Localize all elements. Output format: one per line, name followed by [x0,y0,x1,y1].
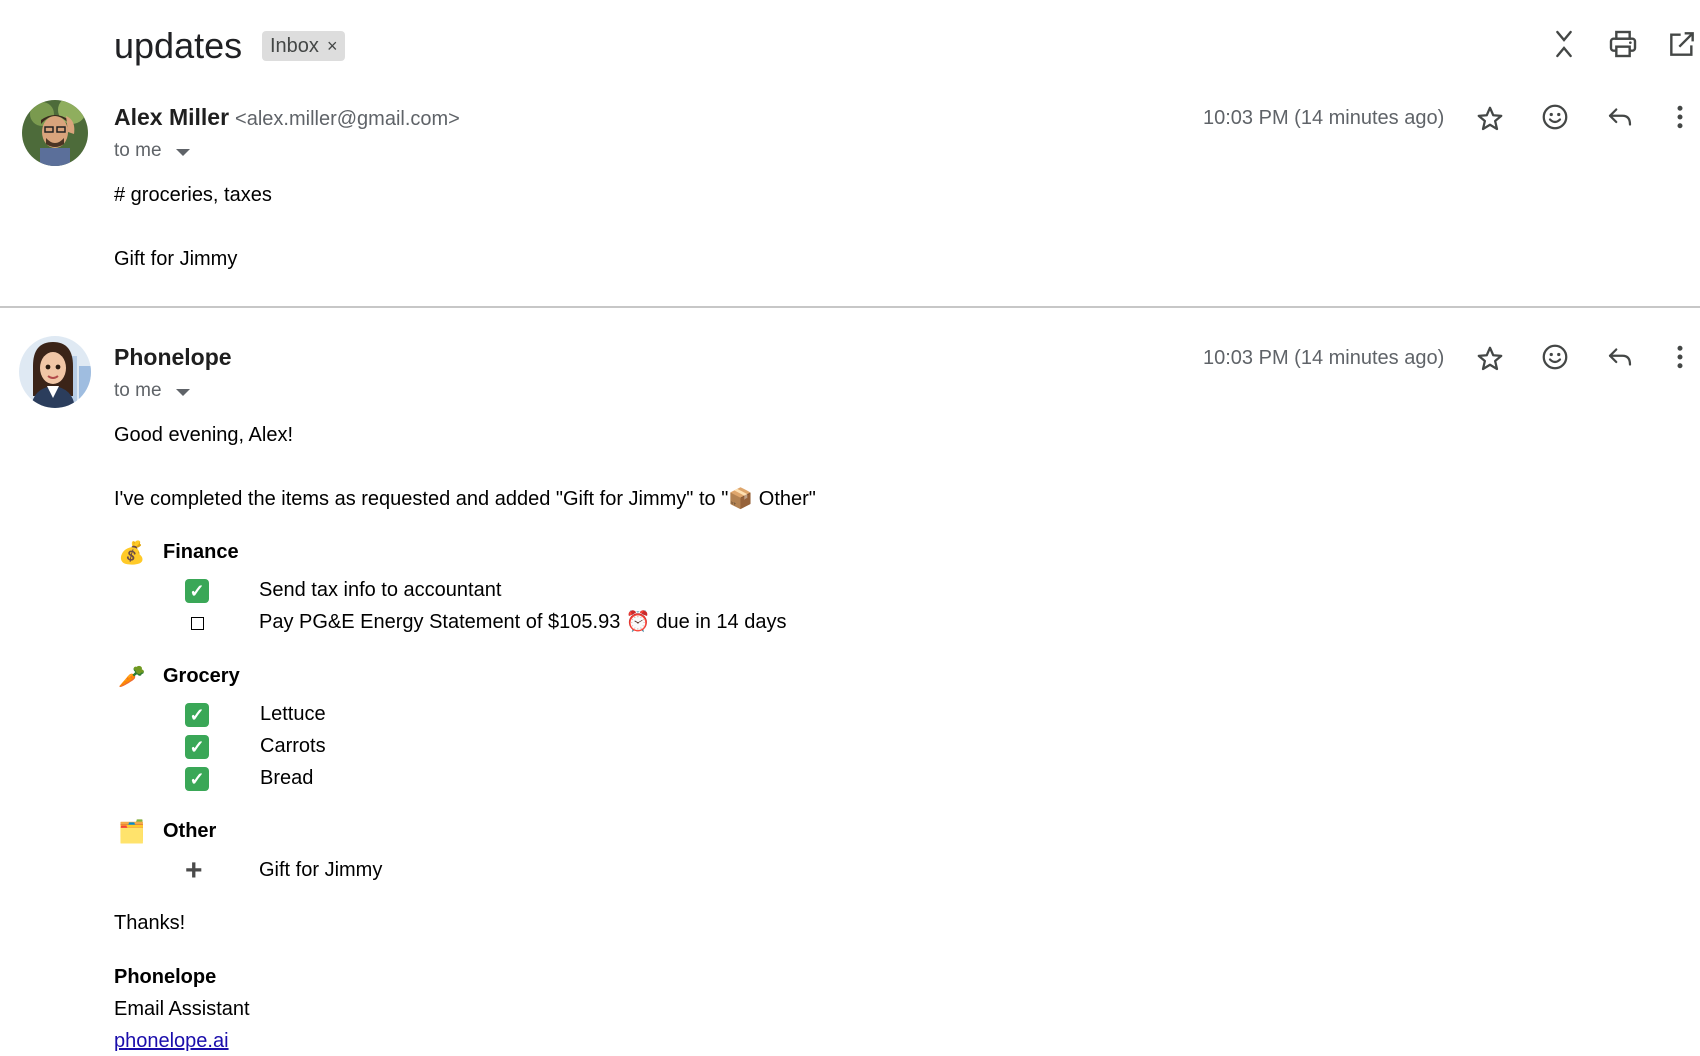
sender-name[interactable]: Phonelope [114,342,232,372]
intro-text: I've completed the items as requested an… [114,488,729,510]
recipient-text: to me [114,140,162,161]
section-title-finance: Finance [163,541,239,563]
inbox-label-chip[interactable]: Inbox × [262,31,346,61]
open-in-new-window-icon[interactable] [1666,28,1698,60]
section-title-grocery: Grocery [163,665,240,687]
list-item: Pay PG&E Energy Statement of $105.93 ⏰ d… [259,608,786,636]
carrot-icon: 🥕 [118,664,146,689]
done-check-icon: ✓ [185,767,209,791]
signature-link[interactable]: phonelope.ai [114,1027,229,1055]
emoji-reaction-icon[interactable] [1540,102,1570,132]
signature-title: Email Assistant [114,998,250,1020]
greeting: Good evening, Alex! [114,424,294,446]
more-options-icon[interactable] [1665,102,1695,132]
more-options-icon[interactable] [1665,342,1695,372]
signature-name: Phonelope [114,966,217,988]
card-index-dividers-icon: 🗂️ [118,819,146,844]
done-check-icon: ✓ [185,579,209,603]
reply-icon[interactable] [1605,102,1635,132]
intro-text: Other" [753,488,816,510]
message-timestamp: 10:03 PM (14 minutes ago) [1203,347,1445,369]
recipient-details-toggle[interactable]: to me [114,138,190,164]
item-text: due in 14 days [650,611,787,633]
chevron-down-icon[interactable] [175,388,190,396]
sender-name[interactable]: Alex Miller [114,104,229,130]
label-text: Inbox [270,34,319,57]
avatar-alex-miller[interactable] [22,100,88,166]
list-item: Send tax info to accountant [259,579,502,601]
message-timestamp: 10:03 PM (14 minutes ago) [1203,107,1445,129]
reply-icon[interactable] [1605,342,1635,372]
message-body-line: # groceries, taxes [114,184,272,206]
sender-line: Alex Miller <alex.miller@gmail.com> [114,102,460,134]
star-icon[interactable] [1475,344,1505,374]
sender-email: <alex.miller@gmail.com> [235,108,460,130]
list-item: Gift for Jimmy [259,859,383,881]
money-bag-icon: 💰 [118,540,146,565]
alarm-clock-icon: ⏰ [625,611,651,633]
thread-subject: updates [114,25,243,66]
section-title-other: Other [163,820,217,842]
package-icon: 📦 [728,488,754,510]
avatar-phonelope[interactable] [19,336,91,408]
done-check-icon: ✓ [185,735,209,759]
item-text: Pay PG&E Energy Statement of $105.93 [259,611,626,633]
list-item: Carrots [260,735,326,757]
remove-label-icon[interactable]: × [327,36,338,57]
plus-icon: + [185,854,203,887]
star-icon[interactable] [1475,104,1505,134]
message-body-line: Gift for Jimmy [114,248,238,270]
collapse-all-icon[interactable] [1548,28,1580,60]
emoji-reaction-icon[interactable] [1540,342,1570,372]
open-checkbox-icon [191,617,204,630]
recipient-text: to me [114,380,162,401]
recipient-details-toggle[interactable]: to me [114,378,190,404]
intro-line: I've completed the items as requested an… [114,485,816,513]
print-icon[interactable] [1607,28,1639,60]
closing: Thanks! [114,912,186,934]
chevron-down-icon[interactable] [175,148,190,156]
list-item: Bread [260,767,314,789]
message-divider [0,306,1700,308]
list-item: Lettuce [260,703,326,725]
done-check-icon: ✓ [185,703,209,727]
